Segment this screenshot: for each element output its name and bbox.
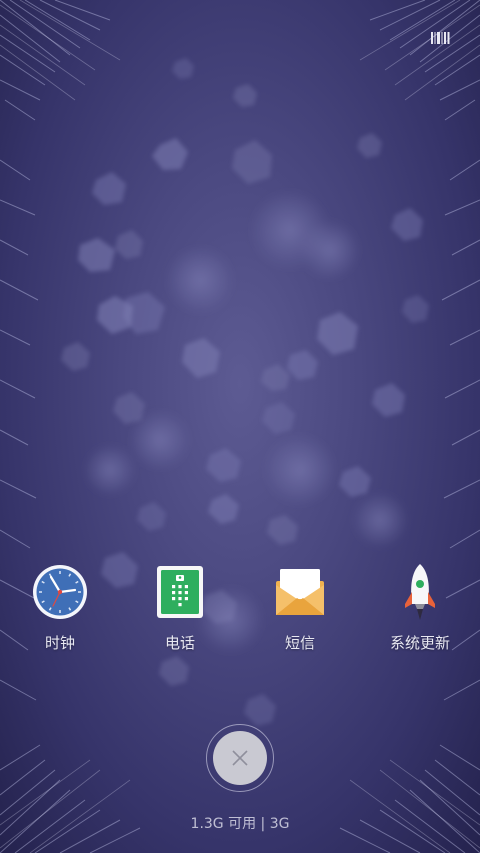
app-phone[interactable]: 电话 bbox=[120, 562, 240, 662]
app-messages[interactable]: 短信 bbox=[240, 562, 360, 662]
close-icon bbox=[232, 750, 248, 766]
barcode-icon bbox=[431, 32, 450, 44]
clear-all-button-face[interactable] bbox=[213, 731, 267, 785]
app-clock[interactable]: 时钟 bbox=[0, 562, 120, 662]
clear-all-button[interactable] bbox=[206, 724, 274, 792]
recent-apps-row: 时钟 电话 短信 系统更新 bbox=[0, 562, 480, 662]
recent-apps-screen: 时钟 电话 短信 系统更新 1.3G 可用 | 3G bbox=[0, 0, 480, 853]
app-label: 短信 bbox=[284, 634, 315, 652]
rocket-icon bbox=[390, 562, 450, 622]
app-label: 时钟 bbox=[44, 634, 75, 652]
memory-info: 1.3G 可用 | 3G bbox=[190, 816, 290, 832]
app-label: 电话 bbox=[164, 634, 195, 652]
phone-icon bbox=[150, 562, 210, 622]
message-icon bbox=[270, 562, 330, 622]
app-system-update[interactable]: 系统更新 bbox=[360, 562, 480, 662]
app-label: 系统更新 bbox=[389, 634, 450, 652]
clock-icon bbox=[30, 562, 90, 622]
